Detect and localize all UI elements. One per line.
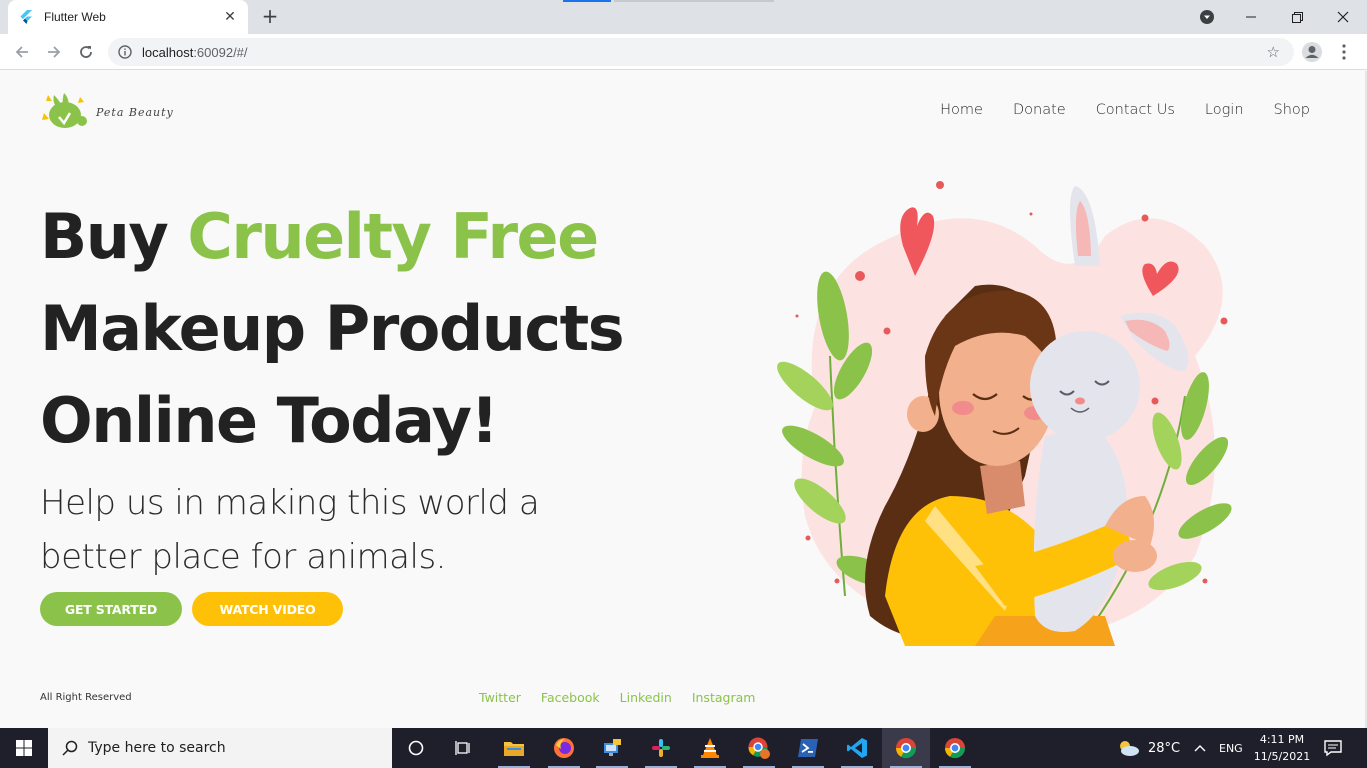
main-nav: Home Donate Contact Us Login Shop bbox=[940, 102, 1310, 118]
partly-cloudy-icon bbox=[1120, 741, 1139, 756]
chrome-icon-2[interactable] bbox=[931, 728, 979, 768]
search-icon bbox=[62, 740, 78, 756]
forward-button[interactable] bbox=[42, 40, 66, 64]
clock-time: 4:11 PM bbox=[1259, 733, 1305, 746]
girl-with-bunny-illustration bbox=[777, 181, 1232, 646]
rabbit-logo-icon bbox=[42, 93, 87, 128]
restore-icon bbox=[1291, 11, 1303, 23]
minimize-icon bbox=[1246, 16, 1256, 18]
cortana-icon[interactable] bbox=[392, 728, 440, 768]
profile-button[interactable] bbox=[1300, 40, 1324, 64]
headline-buy: Buy bbox=[40, 200, 188, 273]
weather-temp: 28°C bbox=[1148, 740, 1181, 756]
headline-line-1: Buy Cruelty Free bbox=[40, 191, 623, 283]
remote-desktop-icon[interactable] bbox=[588, 728, 636, 768]
hero-headline: Buy Cruelty Free Makeup Products Online … bbox=[40, 191, 625, 467]
chevron-up-icon bbox=[1194, 745, 1206, 752]
url-path: :60092/#/ bbox=[193, 44, 248, 60]
footer-rights: All Right Reserved bbox=[40, 692, 132, 703]
vlc-icon[interactable] bbox=[686, 728, 734, 768]
language-indicator[interactable]: ENG bbox=[1219, 728, 1243, 768]
clock-date: 11/5/2021 bbox=[1253, 750, 1311, 763]
nav-login[interactable]: Login bbox=[1205, 102, 1244, 118]
notification-icon bbox=[1324, 740, 1342, 757]
taskbar-clock[interactable]: 4:11 PM 11/5/2021 bbox=[1252, 731, 1312, 765]
taskbar: Type here to search 28°C ENG 4:11 PM 11/… bbox=[0, 728, 1367, 768]
info-icon[interactable] bbox=[118, 45, 132, 59]
nav-donate[interactable]: Donate bbox=[1013, 102, 1066, 118]
tab-close-icon[interactable]: ✕ bbox=[222, 9, 238, 25]
minimize-button[interactable] bbox=[1228, 0, 1274, 34]
headline-highlight: Cruelty Free bbox=[187, 200, 599, 273]
search-placeholder: Type here to search bbox=[88, 740, 226, 756]
browser-toolbar: localhost:60092/#/ ☆ bbox=[0, 34, 1367, 70]
reload-icon bbox=[80, 46, 92, 58]
nav-shop[interactable]: Shop bbox=[1274, 102, 1310, 118]
more-vert-icon bbox=[1342, 44, 1346, 60]
start-button[interactable] bbox=[0, 728, 48, 768]
address-bar[interactable]: localhost:60092/#/ ☆ bbox=[108, 38, 1294, 66]
url-text: localhost:60092/#/ bbox=[142, 45, 248, 60]
nav-contact-us[interactable]: Contact Us bbox=[1096, 102, 1175, 118]
slack-icon[interactable] bbox=[637, 728, 685, 768]
back-button[interactable] bbox=[10, 40, 34, 64]
tab-title: Flutter Web bbox=[44, 10, 106, 24]
watch-video-button[interactable]: WATCH VIDEO bbox=[192, 592, 343, 626]
restore-button[interactable] bbox=[1274, 0, 1320, 34]
chevron-down-icon bbox=[1200, 10, 1214, 24]
show-hidden-icons-button[interactable] bbox=[1194, 728, 1206, 768]
firefox-icon[interactable] bbox=[540, 728, 588, 768]
action-center-button[interactable] bbox=[1324, 728, 1342, 768]
social-linkedin[interactable]: Linkedin bbox=[620, 690, 672, 705]
logo-text: Peta Beauty bbox=[96, 105, 174, 119]
social-twitter[interactable]: Twitter bbox=[479, 690, 521, 705]
tab-strip-divider bbox=[614, 0, 774, 2]
hero-subtitle: Help us in making this world a better pl… bbox=[40, 483, 540, 577]
close-icon bbox=[1337, 11, 1349, 23]
headline-line-2: Makeup Products bbox=[40, 292, 625, 365]
close-window-button[interactable] bbox=[1320, 0, 1366, 34]
file-explorer-icon[interactable] bbox=[490, 728, 538, 768]
browser-tab[interactable]: Flutter Web ✕ bbox=[8, 0, 248, 34]
chrome-icon[interactable] bbox=[882, 728, 930, 768]
web-page: Peta Beauty Home Donate Contact Us Login… bbox=[0, 71, 1367, 728]
windows-icon bbox=[16, 740, 32, 756]
headline-line-3: Online Today! bbox=[40, 384, 499, 457]
arrow-left-icon bbox=[15, 46, 28, 58]
tab-strip-indicator bbox=[563, 0, 611, 2]
taskbar-search[interactable]: Type here to search bbox=[48, 728, 392, 768]
weather-widget[interactable]: 28°C bbox=[1116, 728, 1180, 768]
get-started-button[interactable]: GET STARTED bbox=[40, 592, 182, 626]
task-view-icon[interactable] bbox=[440, 728, 488, 768]
nav-home[interactable]: Home bbox=[940, 102, 983, 118]
url-host: localhost bbox=[142, 44, 194, 60]
social-instagram[interactable]: Instagram bbox=[692, 690, 756, 705]
vscode-icon[interactable] bbox=[833, 728, 881, 768]
chrome-profile-icon[interactable] bbox=[735, 728, 783, 768]
arrow-right-icon bbox=[48, 46, 61, 58]
tab-search-button[interactable] bbox=[1184, 0, 1230, 34]
bookmark-star-icon[interactable]: ☆ bbox=[1267, 43, 1280, 61]
social-facebook[interactable]: Facebook bbox=[541, 690, 600, 705]
flutter-icon bbox=[18, 9, 34, 25]
powershell-icon[interactable] bbox=[784, 728, 832, 768]
reload-button[interactable] bbox=[74, 40, 98, 64]
profile-icon bbox=[1302, 42, 1322, 62]
browser-tab-bar: Flutter Web ✕ + bbox=[0, 0, 1367, 34]
menu-button[interactable] bbox=[1332, 40, 1356, 64]
new-tab-button[interactable]: + bbox=[258, 5, 282, 29]
site-logo[interactable]: Peta Beauty bbox=[40, 89, 174, 135]
social-links: Twitter Facebook Linkedin Instagram bbox=[479, 690, 755, 705]
